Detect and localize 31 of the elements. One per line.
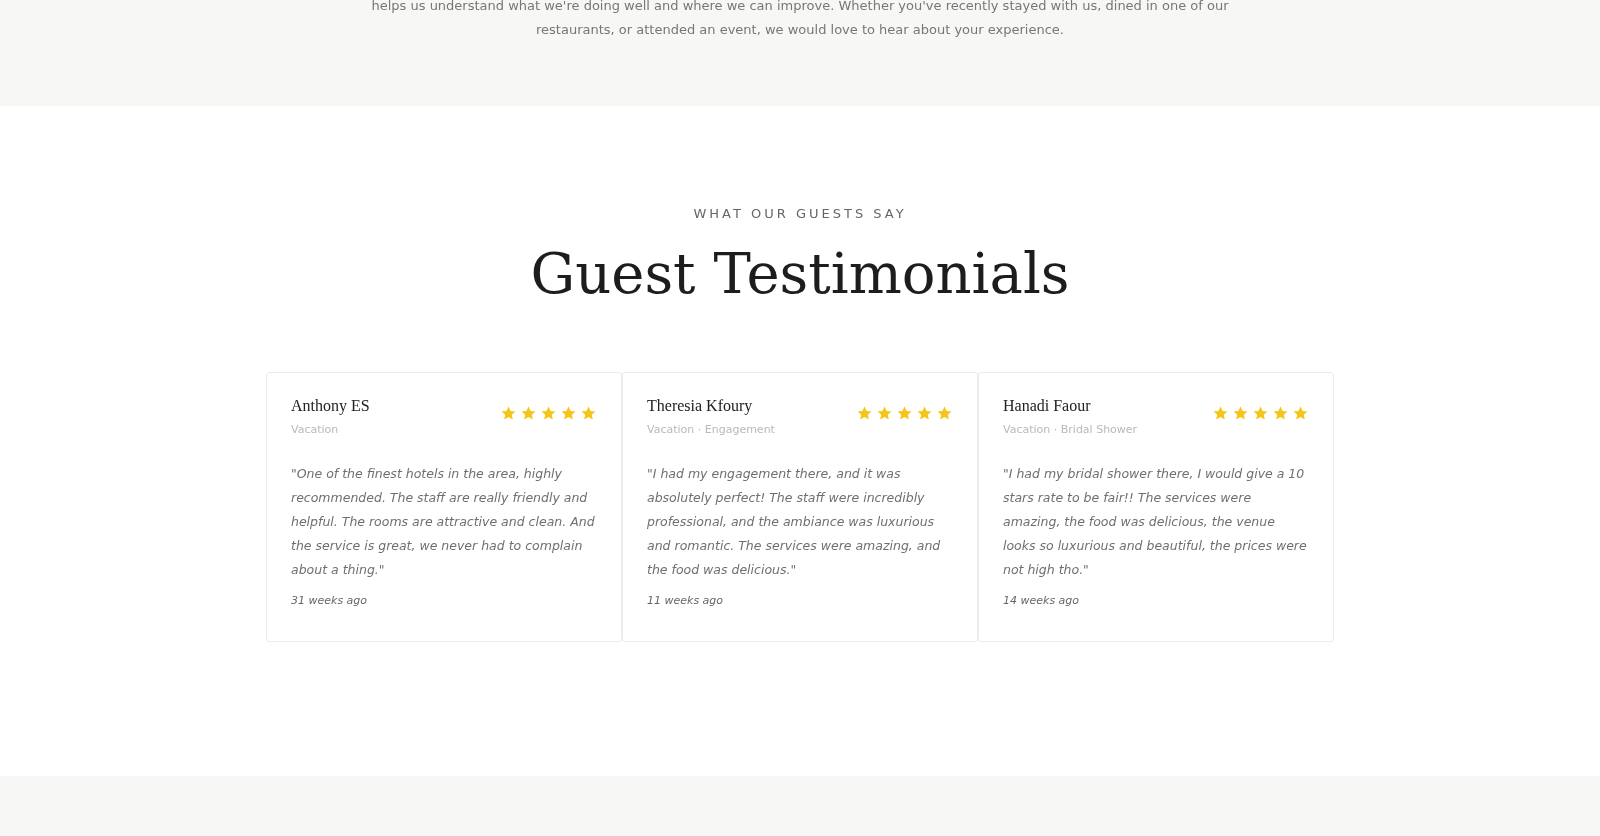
- star-icon: [1252, 405, 1269, 422]
- star-icon: [856, 405, 873, 422]
- intro-text: helps us understand what we're doing well and where we can improve. Whether you've recently stayed with us, dined in one of our: [371, 0, 1229, 15]
- star-icon: [1232, 405, 1249, 422]
- star-icon: [916, 405, 933, 422]
- review-quote: "I had my bridal shower there, I would give a 10 stars rate to be fair!! The services were amazing, the food was delicious, the venue looks so luxurious and beautiful, the prices were not high tho.": [1003, 465, 1308, 579]
- star-icon: [500, 405, 517, 422]
- star-icon: [560, 405, 577, 422]
- review-time: 11 weeks ago: [647, 594, 725, 607]
- reviewer-name: Anthony ES: [291, 397, 370, 415]
- star-icon: [580, 405, 597, 422]
- stay-tags: Vacation · Bridal Shower: [1003, 423, 1138, 436]
- star-icon: [936, 405, 953, 422]
- review-time: 14 weeks ago: [1003, 594, 1081, 607]
- section-eyebrow: WHAT OUR GUESTS SAY: [693, 206, 907, 221]
- star-icon: [1272, 405, 1289, 422]
- star-icon: [1212, 405, 1229, 422]
- review-time: 31 weeks ago: [291, 594, 369, 607]
- section-title: Guest Testimonials: [530, 241, 1070, 306]
- review-quote: "One of the finest hotels in the area, highly recommended. The staff are really friendly and helpful. The rooms are attractive and clean. And the service is great, we never had to complain about a thing.": [291, 465, 596, 579]
- star-icon: [1292, 405, 1309, 422]
- star-icon: [896, 405, 913, 422]
- star-icon: [540, 405, 557, 422]
- stay-tags: Vacation: [291, 423, 370, 436]
- star-icon: [876, 405, 893, 422]
- intro-text: restaurants, or attended an event, we would love to hear about your experience.: [536, 21, 1064, 39]
- star-icon: [520, 405, 537, 422]
- review-quote: "I had my engagement there, and it was absolutely perfect! The staff were incredibly professional, and the ambiance was luxurious and romantic. The services were amazing, and the food was delicious.": [647, 465, 942, 579]
- reviewer-name: Hanadi Faour: [1003, 397, 1092, 415]
- stay-tags: Vacation · Engagement: [647, 423, 775, 436]
- reviewer-name: Theresia Kfoury: [647, 397, 754, 415]
